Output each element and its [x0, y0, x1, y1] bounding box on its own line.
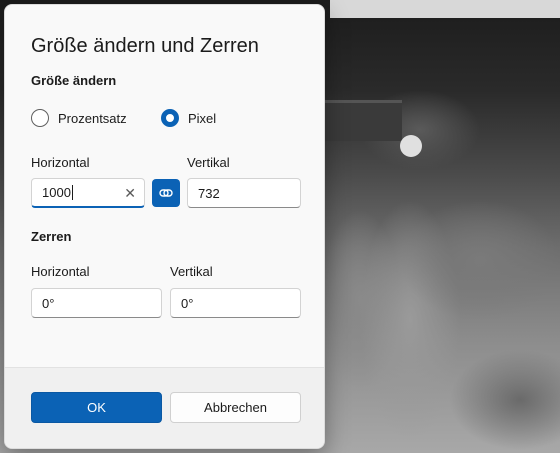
text-caret — [71, 185, 73, 200]
radio-pixel[interactable]: Pixel — [161, 109, 216, 127]
radio-pixel-circle[interactable] — [161, 109, 179, 127]
resize-horizontal-value: 1000 — [42, 185, 71, 200]
skew-horizontal-label: Horizontal — [31, 264, 90, 279]
radio-percentage[interactable]: Prozentsatz — [31, 109, 127, 127]
skew-section-label: Zerren — [31, 229, 72, 244]
photo-building — [322, 100, 402, 141]
resize-horizontal-label: Horizontal — [31, 155, 90, 170]
ok-button[interactable]: OK — [31, 392, 162, 423]
photo-ball — [400, 135, 422, 157]
link-icon — [159, 189, 173, 197]
radio-percentage-label: Prozentsatz — [58, 110, 127, 126]
resize-skew-dialog: Größe ändern und Zerren Größe ändern Pro… — [4, 4, 325, 449]
cancel-button[interactable]: Abbrechen — [170, 392, 301, 423]
photo-sky — [330, 0, 560, 18]
resize-section-label: Größe ändern — [31, 73, 117, 88]
skew-horizontal-input[interactable]: 0° — [31, 288, 162, 318]
skew-horizontal-value: 0° — [42, 295, 55, 311]
dialog-title: Größe ändern und Zerren — [31, 35, 259, 57]
radio-percentage-circle[interactable] — [31, 109, 49, 127]
resize-horizontal-input[interactable]: 1000 ✕ — [31, 178, 145, 208]
dialog-footer: OK Abbrechen — [5, 367, 324, 448]
radio-pixel-label: Pixel — [188, 110, 217, 126]
resize-vertical-label: Vertikal — [187, 155, 230, 170]
resize-vertical-input[interactable]: 732 — [187, 178, 301, 208]
skew-vertical-value: 0° — [181, 295, 194, 311]
skew-vertical-label: Vertikal — [170, 264, 213, 279]
resize-vertical-value: 732 — [198, 185, 220, 201]
link-aspect-ratio-button[interactable] — [152, 179, 180, 207]
close-icon[interactable]: ✕ — [124, 186, 136, 200]
skew-vertical-input[interactable]: 0° — [170, 288, 301, 318]
